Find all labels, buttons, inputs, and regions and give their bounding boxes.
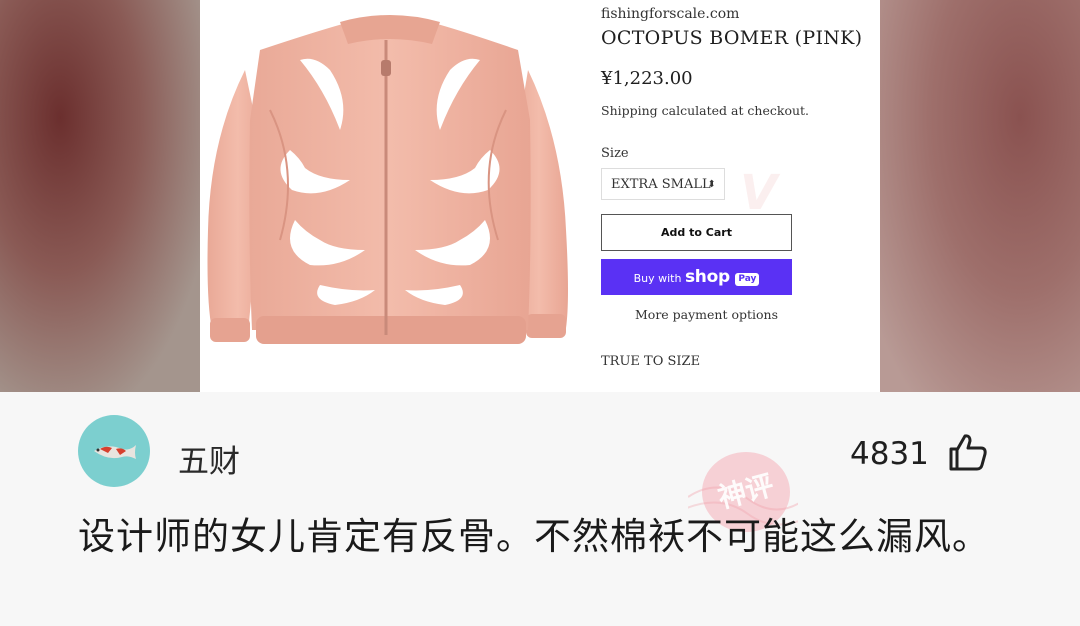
like-count: 4831	[850, 436, 929, 472]
store-domain: fishingforscale.com	[601, 6, 740, 22]
shipping-note: Shipping calculated at checkout.	[601, 103, 810, 118]
more-payment-options-link[interactable]: More payment options	[635, 307, 778, 322]
product-title: OCTOPUS BOMER (PINK)	[601, 27, 863, 49]
buy-with-label: Buy with	[633, 272, 682, 285]
image-blur-right	[880, 0, 1080, 392]
size-note: TRUE TO SIZE	[601, 354, 701, 369]
add-to-cart-button[interactable]: Add to Cart	[601, 214, 792, 251]
koi-fish-icon	[94, 445, 136, 459]
comment-text: 设计师的女儿肯定有反骨。不然棉袄不可能这么漏风。	[78, 515, 990, 558]
post-image[interactable]: V fishingforscale.com OCTOPUS BOMER (PIN…	[0, 0, 1080, 392]
shop-logo: shop	[684, 267, 730, 287]
shop-pay-button[interactable]: Buy with shop Pay	[601, 259, 792, 295]
pay-badge: Pay	[735, 272, 760, 286]
octopus-jacket-image	[207, 15, 568, 344]
size-select[interactable]: EXTRA SMALL ⬍	[601, 168, 725, 200]
size-label: Size	[601, 146, 629, 161]
select-updown-icon: ⬍	[707, 179, 716, 190]
avatar[interactable]	[78, 415, 150, 487]
comment-card: 五财 神评 4831 设计师的女儿肯定有反骨。不然棉袄不可能这么漏风。	[48, 392, 1032, 626]
image-blur-left	[0, 0, 200, 392]
size-value: EXTRA SMALL	[611, 177, 711, 192]
thumbs-up-icon[interactable]	[946, 430, 990, 474]
comment-author[interactable]: 五财	[178, 436, 240, 481]
product-info: fishingforscale.com OCTOPUS BOMER (PINK)…	[601, 0, 871, 392]
product-price: ¥1,223.00	[601, 68, 693, 89]
product-screenshot: V fishingforscale.com OCTOPUS BOMER (PIN…	[200, 0, 880, 392]
